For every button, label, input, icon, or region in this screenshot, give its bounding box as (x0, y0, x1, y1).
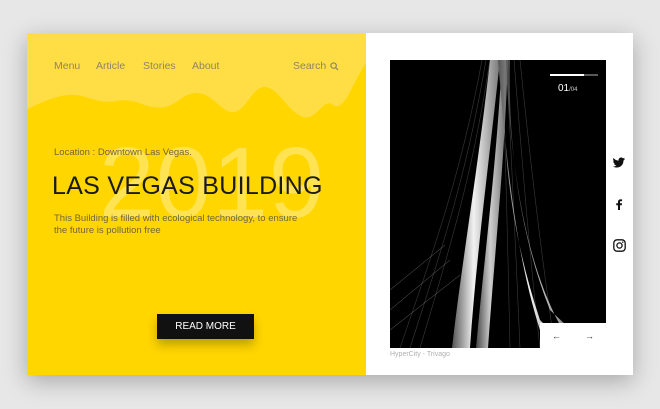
landing-card: Menu Article Stories About Search 2019 L… (27, 33, 633, 375)
prev-arrow-icon[interactable]: ← (552, 331, 561, 341)
nav-item-about[interactable]: About (192, 60, 219, 72)
slide-total: /04 (569, 87, 578, 93)
slide-progress-bar (550, 74, 598, 76)
facebook-icon (616, 198, 623, 210)
slide-progress-fill (550, 74, 584, 76)
building-image (390, 60, 606, 348)
nav-item-article[interactable]: Article (96, 60, 125, 72)
slide-navigation: ← → (540, 323, 606, 348)
slide-counter: 01/04 (558, 83, 577, 94)
instagram-link[interactable] (612, 238, 626, 252)
instagram-icon (612, 238, 626, 252)
hero-panel: Menu Article Stories About Search 2019 L… (27, 33, 366, 375)
facebook-link[interactable] (612, 197, 626, 211)
gallery-panel: 01/04 ← → HyperCity - Trivago (366, 33, 633, 375)
page-title: LAS VEGAS BUILDING (52, 172, 323, 200)
search-button[interactable]: Search (293, 60, 339, 72)
description-text: This Building is filled with ecological … (54, 213, 298, 236)
twitter-icon (613, 157, 625, 167)
search-icon (330, 61, 339, 71)
next-arrow-icon[interactable]: → (585, 331, 594, 341)
search-label: Search (293, 60, 327, 72)
read-more-button[interactable]: READ MORE (157, 314, 254, 339)
photo-caption: HyperCity - Trivago (390, 351, 450, 358)
nav-item-menu[interactable]: Menu (54, 60, 80, 72)
building-photo: 01/04 ← → (390, 60, 606, 348)
nav-item-stories[interactable]: Stories (143, 60, 176, 72)
slide-current: 01 (558, 83, 570, 94)
location-text: Location : Downtown Las Vegas. (54, 147, 192, 158)
twitter-link[interactable] (612, 155, 626, 169)
